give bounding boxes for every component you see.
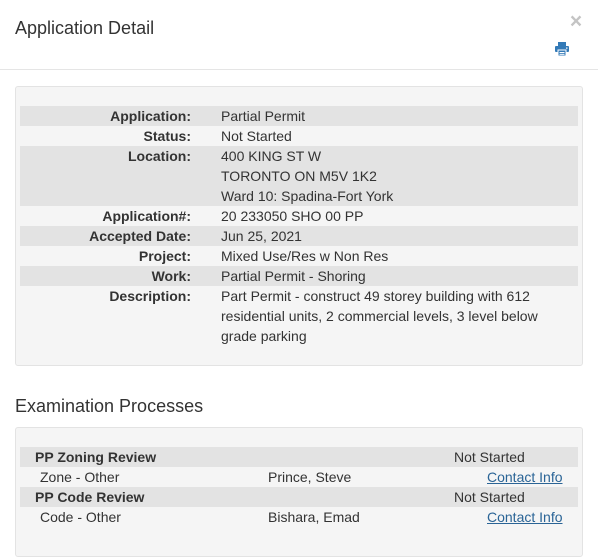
location-ward: Ward 10: Spadina-Fort York: [221, 188, 394, 204]
contact-info-link[interactable]: Contact Info: [487, 467, 563, 487]
work-value: Partial Permit - Shoring: [221, 268, 366, 284]
process-status: Not Started: [454, 489, 525, 505]
detail-row-description: Description: Part Permit - construct 49 …: [20, 286, 578, 346]
description-label: Description:: [109, 288, 191, 304]
task-name: Zone - Other: [40, 469, 120, 485]
examiner-name: Prince, Steve: [268, 469, 352, 485]
application-number-value: 20 233050 SHO 00 PP: [221, 208, 364, 224]
location-value: 400 KING ST W TORONTO ON M5V 1K2 Ward 10…: [221, 146, 571, 206]
accepted-date-label: Accepted Date:: [89, 228, 191, 244]
status-value: Not Started: [221, 128, 292, 144]
accepted-date-value: Jun 25, 2021: [221, 228, 302, 244]
examination-processes-title: Examination Processes: [15, 396, 204, 416]
location-city: TORONTO ON M5V 1K2: [221, 168, 377, 184]
examination-processes-panel: PP Zoning Review Not Started Zone - Othe…: [15, 427, 583, 557]
location-address: 400 KING ST W: [221, 148, 322, 164]
project-value: Mixed Use/Res w Non Res: [221, 248, 389, 264]
detail-row-work: Work: Partial Permit - Shoring: [20, 266, 578, 286]
detail-row-application-number: Application#: 20 233050 SHO 00 PP: [20, 206, 578, 226]
application-value: Partial Permit: [221, 108, 306, 124]
application-number-label: Application#:: [102, 208, 191, 224]
status-label: Status:: [143, 128, 191, 144]
application-label: Application:: [110, 108, 191, 124]
task-row: Code - Other Bishara, Emad Contact Info: [20, 507, 578, 527]
location-label: Location:: [128, 148, 191, 164]
detail-row-status: Status: Not Started: [20, 126, 578, 146]
detail-row-application: Application: Partial Permit: [20, 106, 578, 126]
process-name: PP Zoning Review: [35, 449, 157, 465]
process-row: PP Code Review Not Started: [20, 487, 578, 507]
print-icon: [555, 42, 569, 57]
detail-row-project: Project: Mixed Use/Res w Non Res: [20, 246, 578, 266]
process-status: Not Started: [454, 449, 525, 465]
close-button[interactable]: ×: [569, 11, 583, 33]
examiner-name: Bishara, Emad: [268, 509, 360, 525]
detail-row-accepted-date: Accepted Date: Jun 25, 2021: [20, 226, 578, 246]
task-row: Zone - Other Prince, Steve Contact Info: [20, 467, 578, 487]
description-value: Part Permit - construct 49 storey buildi…: [221, 288, 538, 344]
print-button[interactable]: [554, 41, 570, 57]
detail-row-location: Location: 400 KING ST W TORONTO ON M5V 1…: [20, 146, 578, 206]
modal-header: Application Detail ×: [0, 0, 598, 70]
project-label: Project:: [138, 248, 191, 264]
process-name: PP Code Review: [35, 489, 145, 505]
task-name: Code - Other: [40, 509, 121, 525]
process-row: PP Zoning Review Not Started: [20, 447, 578, 467]
application-detail-panel: Application: Partial Permit Status: Not …: [15, 86, 583, 366]
modal-title: Application Detail: [15, 18, 155, 38]
contact-info-link[interactable]: Contact Info: [487, 507, 563, 527]
work-label: Work:: [151, 268, 191, 284]
